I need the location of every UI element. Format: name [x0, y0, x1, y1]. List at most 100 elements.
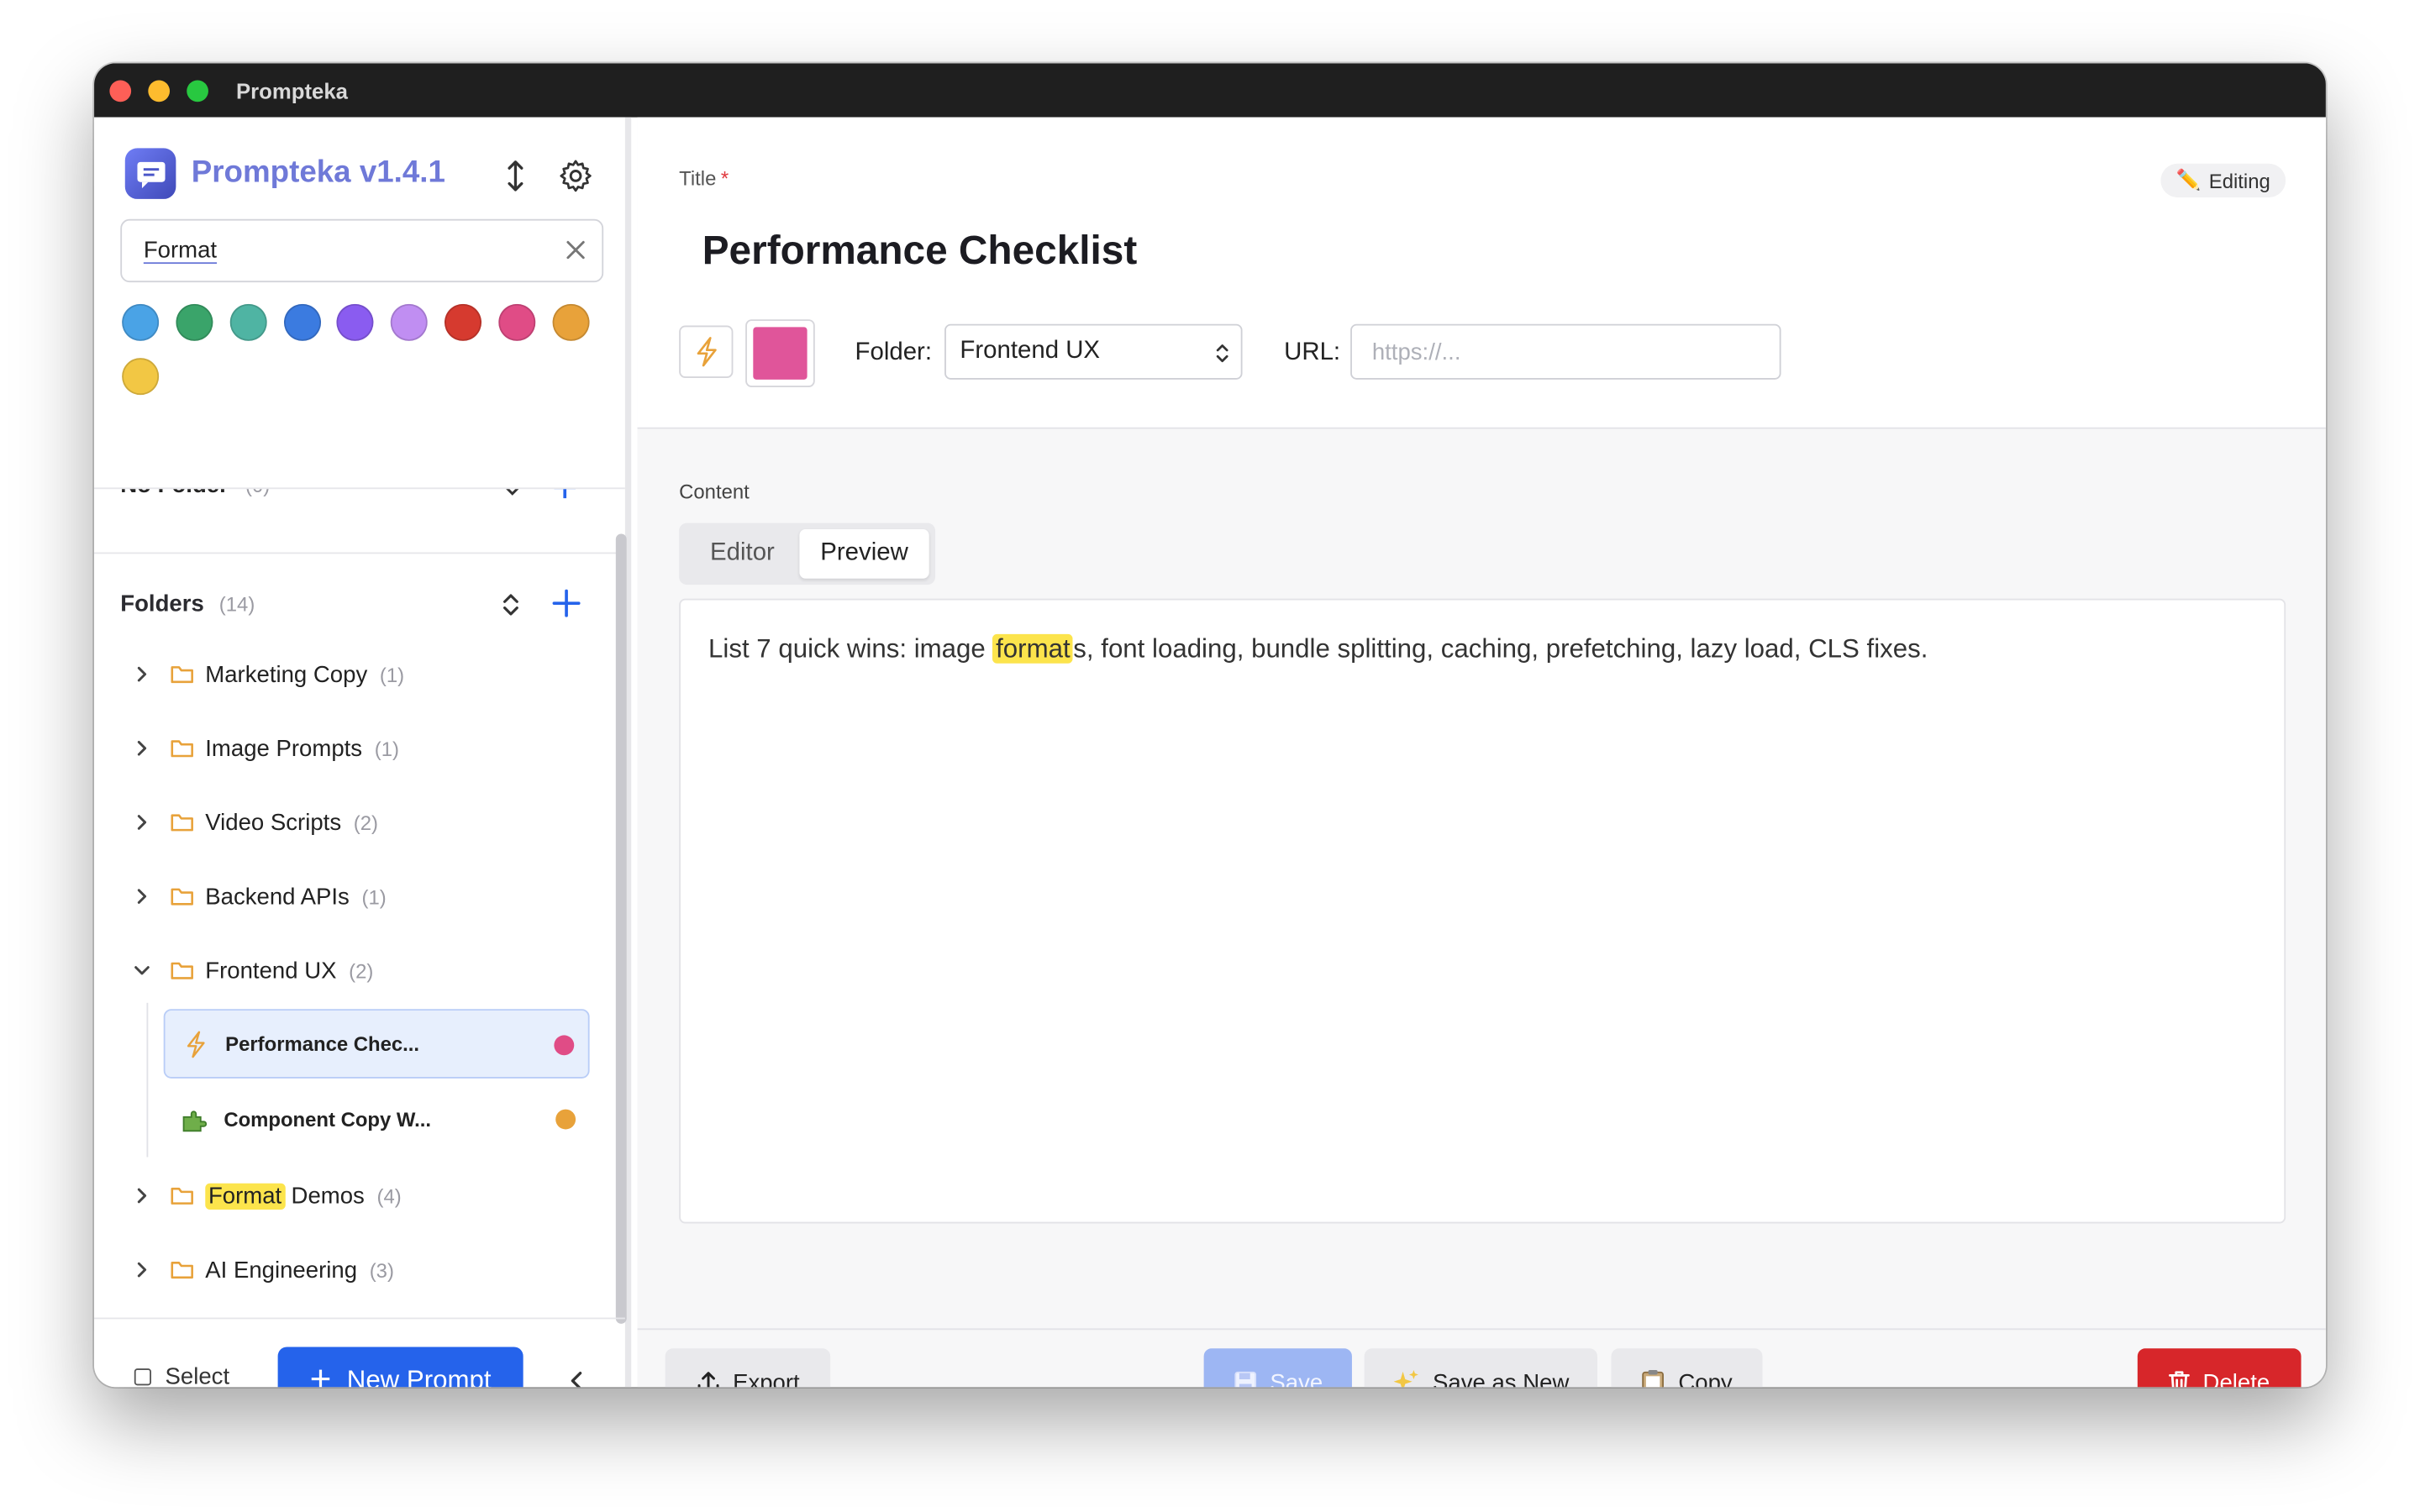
color-filter-swatch[interactable] [122, 303, 160, 341]
folder-count: (2) [353, 811, 378, 834]
folder-item-marketing-copy[interactable]: Marketing Copy (1) [120, 651, 583, 697]
folder-label: Folder: [855, 339, 932, 366]
color-picker-button[interactable] [745, 319, 815, 388]
folder-name: Format Demos [205, 1182, 365, 1210]
editor-header: Title * ✏️ Editing Performance Checklist … [637, 117, 2326, 429]
add-icon[interactable] [554, 489, 576, 499]
lightning-icon [696, 337, 716, 367]
folder-item-format-demos[interactable]: Format Demos (4) [120, 1173, 583, 1219]
save-as-new-label: Save as New [1433, 1369, 1570, 1388]
new-prompt-button[interactable]: + New Prompt [277, 1347, 523, 1388]
color-filter-swatch[interactable] [498, 303, 536, 341]
save-button[interactable]: Save [1203, 1348, 1352, 1388]
floppy-disk-icon [1233, 1370, 1257, 1388]
folder-name: Image Prompts [205, 735, 363, 762]
folder-count: (4) [376, 1184, 402, 1208]
search-input[interactable]: Format [120, 218, 604, 283]
export-button[interactable]: Export [665, 1348, 831, 1388]
tab-preview[interactable]: Preview [799, 528, 929, 579]
no-folder-row[interactable]: No Folder (0) [94, 489, 625, 520]
color-filter-swatch[interactable] [229, 303, 267, 341]
color-filter-swatch[interactable] [336, 303, 374, 341]
folder-name: AI Engineering [205, 1256, 358, 1284]
prompt-item-component-copy[interactable]: Component Copy W... [164, 1084, 590, 1154]
chevron-down-icon[interactable] [129, 958, 154, 983]
folder-item-backend-apis[interactable]: Backend APIs (1) [120, 874, 583, 920]
title-bar: Prompteka [94, 63, 2326, 118]
app-logo-icon [124, 148, 176, 199]
delete-button[interactable]: Delete [2137, 1348, 2302, 1388]
folder-select[interactable]: Frontend UX [944, 323, 1243, 380]
clear-search-icon[interactable] [565, 239, 587, 261]
folder-item-frontend-ux[interactable]: Frontend UX (2) [120, 948, 583, 994]
collapse-sidebar-icon[interactable] [566, 1370, 588, 1388]
clipboard-icon [1641, 1368, 1665, 1388]
select-button[interactable]: Select [134, 1363, 230, 1388]
folder-count: (2) [349, 958, 374, 983]
chevron-right-icon[interactable] [129, 662, 154, 686]
folder-icon [171, 740, 193, 758]
sort-icon[interactable] [498, 159, 532, 192]
color-filter-swatch[interactable] [122, 358, 160, 396]
chevron-right-icon[interactable] [129, 1257, 154, 1282]
folder-icon [171, 962, 193, 979]
close-window-button[interactable] [109, 80, 132, 102]
folder-item-video-scripts[interactable]: Video Scripts (2) [120, 799, 583, 845]
window-title: Prompteka [236, 78, 348, 104]
folder-icon [171, 888, 193, 906]
copy-label: Copy [1678, 1369, 1733, 1388]
expand-collapse-icon[interactable] [500, 591, 522, 618]
no-folder-label: No Folder [120, 489, 229, 498]
content-preview[interactable]: List 7 quick wins: image format s, font l… [679, 598, 2286, 1224]
status-text: Editing [2208, 169, 2270, 192]
pencil-icon: ✏️ [2175, 168, 2202, 192]
gear-icon[interactable] [557, 157, 594, 194]
folders-heading: Folders [120, 591, 204, 617]
lightning-icon [179, 1026, 213, 1060]
chevron-right-icon[interactable] [129, 810, 154, 834]
new-prompt-label: New Prompt [346, 1365, 492, 1388]
color-filter-swatch[interactable] [176, 303, 213, 341]
divider [637, 1328, 2326, 1331]
icon-picker-button[interactable] [679, 325, 734, 378]
folders-count: (14) [218, 592, 255, 616]
color-filter-swatch[interactable] [552, 303, 590, 341]
color-filter-swatch[interactable] [444, 303, 482, 341]
folder-name-rest: Demos [284, 1182, 365, 1210]
folder-icon [171, 1187, 193, 1205]
title-label: Title * [679, 166, 729, 190]
selected-color-swatch [753, 327, 808, 380]
chevron-right-icon[interactable] [129, 736, 154, 760]
folder-item-ai-engineering[interactable]: AI Engineering (3) [120, 1247, 583, 1293]
url-input[interactable]: https://... [1350, 323, 1781, 380]
folder-name: Frontend UX [205, 957, 337, 984]
select-label: Select [165, 1363, 230, 1388]
folder-item-image-prompts[interactable]: Image Prompts (1) [120, 725, 583, 771]
title-field[interactable]: Performance Checklist [702, 227, 1138, 275]
folder-name: Marketing Copy [205, 661, 368, 688]
copy-button[interactable]: Copy [1611, 1348, 1763, 1388]
tab-editor[interactable]: Editor [685, 529, 799, 579]
folder-icon [171, 814, 193, 832]
add-folder-icon[interactable] [552, 589, 581, 617]
content-label: Content [679, 480, 750, 503]
chevron-updown-icon [1216, 344, 1228, 363]
minimize-window-button[interactable] [148, 80, 171, 102]
save-as-new-button[interactable]: Save as New [1364, 1348, 1597, 1388]
chevron-down-icon[interactable] [505, 489, 520, 498]
chevron-right-icon[interactable] [129, 884, 154, 908]
brand-name: Prompteka v1.4.1 [191, 155, 445, 190]
chevron-right-icon[interactable] [129, 1184, 154, 1208]
delete-label: Delete [2202, 1369, 2270, 1388]
prompt-name: Performance Chec... [225, 1032, 420, 1056]
tree-guide-line [146, 1002, 149, 1158]
url-label: URL: [1284, 339, 1341, 366]
plus-icon: + [309, 1359, 332, 1388]
prompt-item-performance-checklist[interactable]: Performance Chec... [163, 1009, 590, 1079]
upload-icon [696, 1370, 720, 1388]
sidebar-scrollbar[interactable] [615, 533, 627, 1324]
color-filter-swatch[interactable] [390, 303, 428, 341]
app-window: Prompteka Prompteka v1.4.1 Format Folder… [94, 63, 2326, 1388]
color-filter-swatch[interactable] [283, 303, 322, 341]
zoom-window-button[interactable] [187, 80, 208, 102]
